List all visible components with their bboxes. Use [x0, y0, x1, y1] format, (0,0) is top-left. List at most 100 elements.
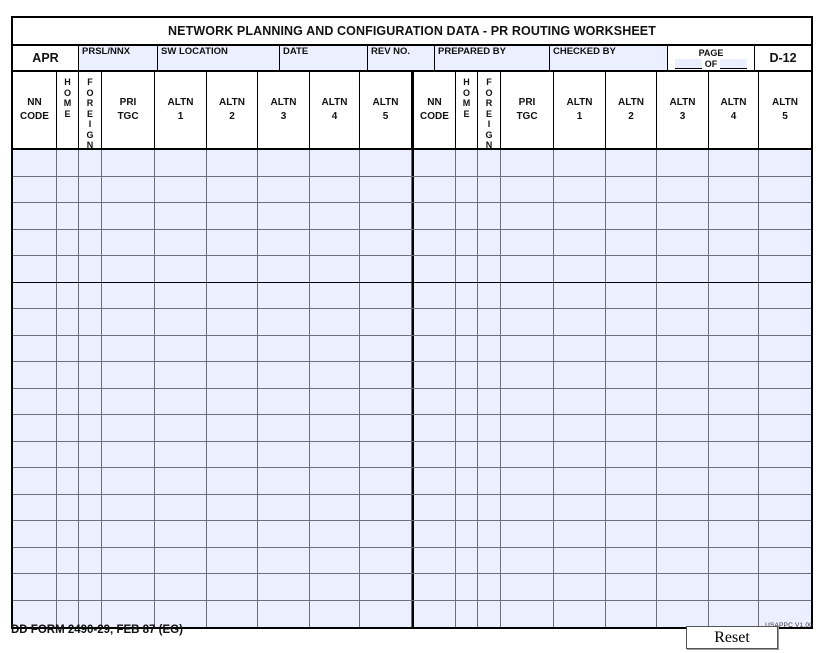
cell-nn_code[interactable]	[412, 468, 456, 494]
cell-altn_2[interactable]	[606, 203, 657, 229]
cell-nn_code[interactable]	[13, 441, 57, 467]
cell-foreign[interactable]	[478, 574, 501, 600]
cell-foreign[interactable]	[478, 309, 501, 335]
cell-altn_3[interactable]	[657, 282, 709, 308]
cell-altn_2[interactable]	[207, 441, 258, 467]
cell-altn_3[interactable]	[657, 574, 709, 600]
cell-altn_5[interactable]	[759, 547, 811, 573]
cell-altn_4[interactable]	[709, 547, 759, 573]
cell-altn_3[interactable]	[657, 203, 709, 229]
cell-foreign[interactable]	[478, 494, 501, 520]
cell-altn_1[interactable]	[155, 415, 207, 441]
cell-altn_1[interactable]	[554, 521, 606, 547]
cell-altn_3[interactable]	[258, 229, 310, 255]
cell-altn_2[interactable]	[606, 282, 657, 308]
cell-pri_tgc[interactable]	[102, 547, 155, 573]
cell-home[interactable]	[456, 441, 478, 467]
cell-foreign[interactable]	[79, 335, 102, 361]
cell-altn_3[interactable]	[657, 547, 709, 573]
cell-altn_2[interactable]	[207, 362, 258, 388]
cell-altn_5[interactable]	[759, 256, 811, 282]
cell-nn_code[interactable]	[412, 521, 456, 547]
cell-pri_tgc[interactable]	[102, 256, 155, 282]
cell-altn_2[interactable]	[606, 574, 657, 600]
cell-altn_2[interactable]	[606, 547, 657, 573]
cell-altn_1[interactable]	[155, 574, 207, 600]
cell-foreign[interactable]	[478, 203, 501, 229]
cell-altn_3[interactable]	[258, 468, 310, 494]
cell-altn_4[interactable]	[709, 176, 759, 202]
cell-pri_tgc[interactable]	[501, 547, 554, 573]
cell-home[interactable]	[456, 494, 478, 520]
cell-altn_3[interactable]	[657, 468, 709, 494]
cell-altn_2[interactable]	[207, 547, 258, 573]
cell-altn_4[interactable]	[310, 282, 360, 308]
cell-home[interactable]	[456, 176, 478, 202]
cell-nn_code[interactable]	[13, 229, 57, 255]
cell-home[interactable]	[456, 574, 478, 600]
cell-altn_5[interactable]	[360, 388, 412, 414]
cell-altn_1[interactable]	[155, 176, 207, 202]
cell-altn_3[interactable]	[258, 388, 310, 414]
cell-altn_2[interactable]	[606, 362, 657, 388]
cell-altn_3[interactable]	[258, 203, 310, 229]
page-number-input[interactable]	[674, 59, 702, 69]
cell-altn_2[interactable]	[207, 256, 258, 282]
cell-altn_4[interactable]	[709, 494, 759, 520]
cell-altn_5[interactable]	[360, 547, 412, 573]
cell-pri_tgc[interactable]	[102, 229, 155, 255]
cell-altn_2[interactable]	[606, 521, 657, 547]
cell-home[interactable]	[456, 521, 478, 547]
cell-pri_tgc[interactable]	[501, 150, 554, 176]
cell-nn_code[interactable]	[13, 282, 57, 308]
cell-altn_2[interactable]	[207, 574, 258, 600]
cell-altn_1[interactable]	[554, 494, 606, 520]
cell-foreign[interactable]	[478, 521, 501, 547]
cell-home[interactable]	[456, 150, 478, 176]
cell-altn_5[interactable]	[360, 335, 412, 361]
cell-home[interactable]	[456, 415, 478, 441]
cell-altn_4[interactable]	[310, 309, 360, 335]
cell-foreign[interactable]	[79, 468, 102, 494]
cell-home[interactable]	[456, 282, 478, 308]
cell-home[interactable]	[456, 335, 478, 361]
cell-altn_2[interactable]	[606, 229, 657, 255]
cell-home[interactable]	[456, 309, 478, 335]
cell-home[interactable]	[456, 388, 478, 414]
cell-nn_code[interactable]	[412, 309, 456, 335]
cell-altn_4[interactable]	[310, 256, 360, 282]
cell-altn_1[interactable]	[554, 362, 606, 388]
cell-altn_2[interactable]	[606, 494, 657, 520]
cell-foreign[interactable]	[478, 388, 501, 414]
cell-foreign[interactable]	[478, 256, 501, 282]
cell-altn_4[interactable]	[310, 547, 360, 573]
cell-foreign[interactable]	[79, 176, 102, 202]
cell-nn_code[interactable]	[13, 494, 57, 520]
cell-pri_tgc[interactable]	[102, 282, 155, 308]
cell-home[interactable]	[57, 362, 79, 388]
cell-altn_3[interactable]	[657, 335, 709, 361]
cell-nn_code[interactable]	[412, 547, 456, 573]
cell-nn_code[interactable]	[412, 574, 456, 600]
cell-altn_5[interactable]	[759, 309, 811, 335]
cell-altn_5[interactable]	[759, 282, 811, 308]
cell-altn_2[interactable]	[606, 256, 657, 282]
cell-altn_2[interactable]	[207, 150, 258, 176]
cell-altn_5[interactable]	[759, 203, 811, 229]
cell-home[interactable]	[57, 521, 79, 547]
cell-altn_1[interactable]	[155, 309, 207, 335]
cell-pri_tgc[interactable]	[102, 415, 155, 441]
cell-altn_1[interactable]	[554, 229, 606, 255]
cell-pri_tgc[interactable]	[501, 309, 554, 335]
cell-altn_1[interactable]	[554, 150, 606, 176]
cell-altn_1[interactable]	[155, 468, 207, 494]
cell-pri_tgc[interactable]	[501, 176, 554, 202]
cell-altn_4[interactable]	[709, 229, 759, 255]
cell-altn_3[interactable]	[657, 150, 709, 176]
cell-foreign[interactable]	[478, 176, 501, 202]
cell-altn_4[interactable]	[709, 521, 759, 547]
cell-altn_4[interactable]	[310, 521, 360, 547]
cell-altn_3[interactable]	[258, 415, 310, 441]
cell-pri_tgc[interactable]	[501, 494, 554, 520]
cell-altn_1[interactable]	[155, 441, 207, 467]
